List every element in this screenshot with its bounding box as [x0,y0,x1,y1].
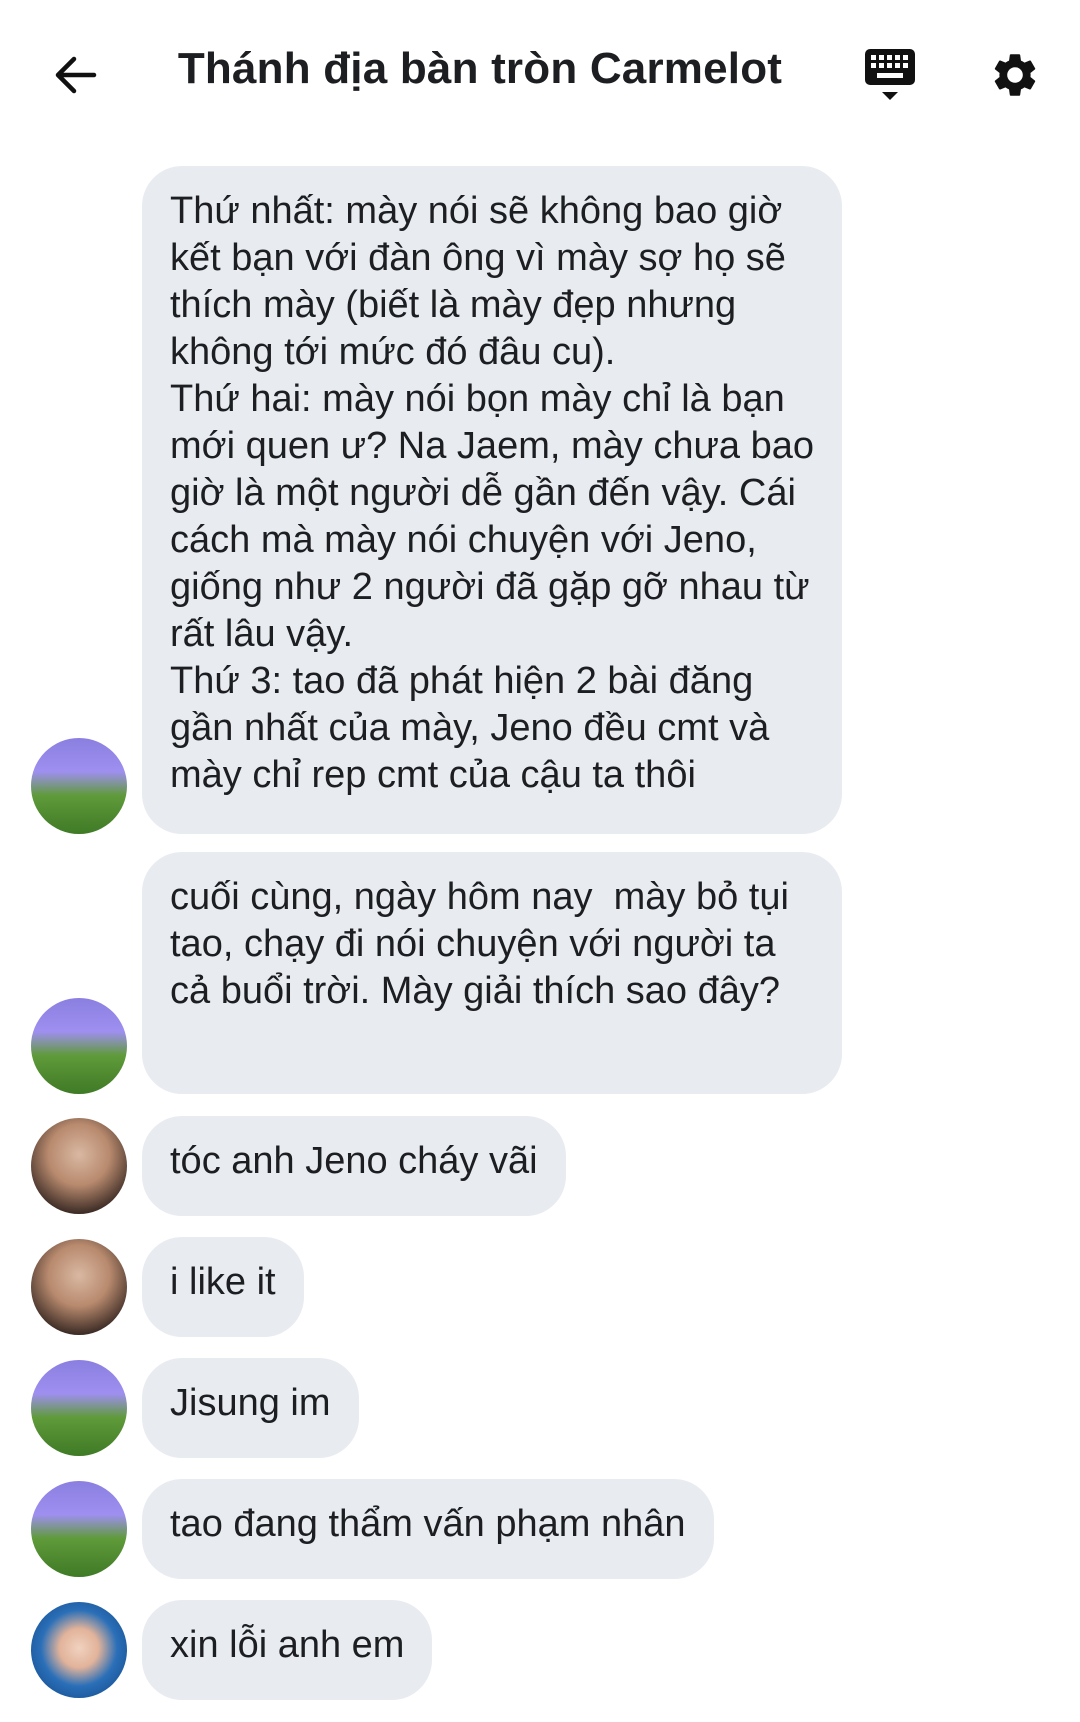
back-button[interactable] [40,40,110,110]
sender-avatar[interactable] [31,1239,127,1335]
keyboard-button[interactable] [850,40,930,110]
message-bubble[interactable]: tao đang thẩm vấn phạm nhân [142,1479,714,1579]
sender-avatar[interactable] [31,1118,127,1214]
message-bubble[interactable]: Thứ nhất: mày nói sẽ không bao giờ kết b… [142,166,842,834]
gear-icon [994,54,1036,96]
chat-header: Thánh địa bàn tròn Carmelot [0,0,1080,150]
message-bubble[interactable]: Jisung im [142,1358,359,1458]
sender-avatar[interactable] [31,998,127,1094]
chat-title: Thánh địa bàn tròn Carmelot [177,44,783,93]
sender-avatar[interactable] [31,1481,127,1577]
back-arrow-icon [55,56,97,94]
message-bubble[interactable]: i like it [142,1237,304,1337]
sender-avatar[interactable] [31,1602,127,1698]
message-bubble[interactable]: cuối cùng, ngày hôm nay mày bỏ tụi tao, … [142,852,842,1094]
sender-avatar[interactable] [31,1360,127,1456]
keyboard-icon [865,49,915,100]
message-bubble[interactable]: xin lỗi anh em [142,1600,433,1700]
message-bubble[interactable]: tóc anh Jeno cháy vãi [142,1116,566,1216]
sender-avatar[interactable] [31,738,127,834]
settings-button[interactable] [980,40,1050,110]
